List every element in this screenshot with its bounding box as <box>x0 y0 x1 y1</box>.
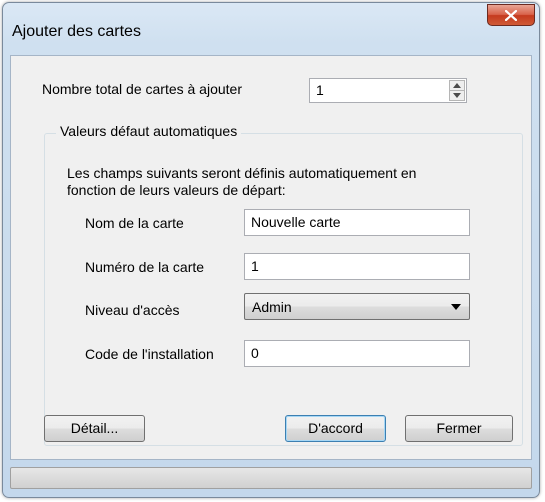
arrow-down-icon <box>453 93 461 98</box>
card-count-label: Nombre total de cartes à ajouter <box>42 81 242 97</box>
spinner-buttons <box>449 80 465 101</box>
card-count-spinner[interactable]: 1 <box>309 78 467 103</box>
description-line-1: Les champs suivants seront définis autom… <box>67 165 417 181</box>
facility-code-input[interactable]: 0 <box>244 340 470 367</box>
card-name-input[interactable]: Nouvelle carte <box>244 209 470 236</box>
dialog-client-area: Nombre total de cartes à ajouter 1 Valeu… <box>10 55 532 460</box>
close-window-button[interactable] <box>487 4 535 26</box>
arrow-up-icon <box>453 83 461 88</box>
facility-code-label: Code de l'installation <box>85 346 214 362</box>
access-level-value: Admin <box>252 299 292 315</box>
dialog-window: Ajouter des cartes Nombre total de carte… <box>2 2 540 498</box>
access-level-label: Niveau d'accès <box>85 302 180 318</box>
card-count-value[interactable]: 1 <box>316 82 324 98</box>
detail-button[interactable]: Détail... <box>44 415 145 442</box>
chevron-down-icon <box>451 304 461 310</box>
ok-button[interactable]: D'accord <box>285 415 386 442</box>
close-button[interactable]: Fermer <box>405 415 513 442</box>
auto-defaults-group-title: Valeurs défaut automatiques <box>56 123 242 139</box>
card-number-label: Numéro de la carte <box>85 259 205 275</box>
spinner-down-button[interactable] <box>450 91 464 100</box>
card-number-input[interactable]: 1 <box>244 253 470 280</box>
card-name-label: Nom de la carte <box>85 215 184 231</box>
description-line-2: fonction de leurs valeurs de départ: <box>67 182 286 198</box>
window-title: Ajouter des cartes <box>12 23 141 40</box>
close-icon <box>505 10 517 21</box>
auto-defaults-description: Les champs suivants seront définis autom… <box>67 165 487 199</box>
status-bar <box>10 467 532 489</box>
spinner-up-button[interactable] <box>450 81 464 91</box>
access-level-select[interactable]: Admin <box>244 293 470 320</box>
